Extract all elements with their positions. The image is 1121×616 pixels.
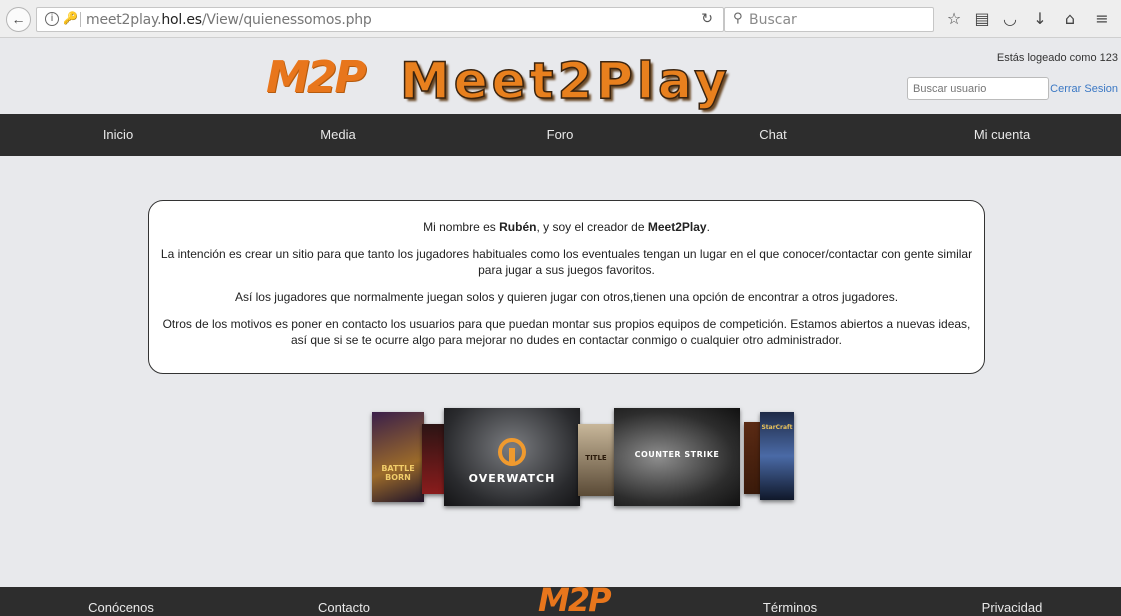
pocket-icon[interactable]: ◡ (1000, 9, 1020, 28)
browser-search-placeholder: Buscar (749, 12, 797, 28)
site-footer: Conócenos Contacto M2P Términos Privacid… (0, 581, 1121, 616)
carousel-cover[interactable]: OVERWATCH (444, 408, 580, 506)
nav-item-foro[interactable]: Foro (547, 127, 574, 142)
about-paragraph-motives: Otros de los motivos es poner en contact… (162, 317, 971, 347)
reading-list-icon[interactable]: ▤ (972, 9, 992, 28)
footer-logo[interactable]: M2P (538, 581, 612, 616)
carousel-cover[interactable] (422, 424, 446, 494)
carousel-cover[interactable]: StarCraft (760, 412, 794, 500)
menu-icon[interactable]: ≡ (1092, 9, 1112, 28)
main-nav: Inicio Media Foro Chat Mi cuenta (0, 114, 1121, 156)
about-paragraph-solo-players: Así los jugadores que normalmente juegan… (234, 290, 899, 304)
site-title: Meet2Play (399, 51, 731, 111)
nav-item-mi-cuenta[interactable]: Mi cuenta (974, 127, 1030, 142)
carousel-cover[interactable]: TITLE (578, 424, 614, 496)
browser-search-box[interactable]: ⚲ Buscar (724, 7, 934, 32)
browser-toolbar: ← i 🔑 meet2play.hol.es/View/quienessomos… (0, 0, 1121, 38)
url-divider (80, 12, 81, 27)
logout-link[interactable]: Cerrar Sesion (1050, 83, 1118, 95)
footer-link-conocenos[interactable]: Conócenos (88, 600, 154, 615)
about-intro: Mi nombre es Rubén, y soy el creador de … (423, 220, 710, 234)
user-search-input[interactable] (907, 77, 1049, 100)
nav-item-media[interactable]: Media (320, 127, 355, 142)
game-carousel[interactable]: BATTLE BORN OVERWATCH TITLE Counter Stri… (370, 400, 796, 510)
footer-link-contacto[interactable]: Contacto (318, 600, 370, 615)
key-icon[interactable]: 🔑 (63, 11, 78, 25)
footer-link-terminos[interactable]: Términos (763, 600, 817, 615)
carousel-cover[interactable]: Counter Strike (614, 408, 740, 506)
carousel-cover[interactable]: BATTLE BORN (372, 412, 424, 502)
home-icon[interactable]: ⌂ (1060, 9, 1080, 28)
overwatch-logo-icon (498, 438, 526, 466)
logged-in-status: Estás logeado como 123 (996, 52, 1118, 64)
site-logo[interactable]: M2P (266, 52, 367, 103)
info-icon[interactable]: i (45, 12, 59, 26)
about-paragraph-intention: La intención es crear un sitio para que … (160, 247, 973, 277)
download-icon[interactable]: ↓ (1030, 9, 1050, 28)
bookmark-star-icon[interactable]: ☆ (944, 9, 964, 28)
about-card: Mi nombre es Rubén, y soy el creador de … (148, 200, 985, 374)
nav-item-chat[interactable]: Chat (759, 127, 786, 142)
footer-link-privacidad[interactable]: Privacidad (982, 600, 1043, 615)
nav-item-inicio[interactable]: Inicio (103, 127, 133, 142)
search-icon: ⚲ (733, 11, 743, 26)
back-arrow-icon[interactable]: ← (6, 7, 31, 32)
reload-icon[interactable]: ↻ (701, 11, 713, 27)
address-bar[interactable]: i 🔑 meet2play.hol.es/View/quienessomos.p… (36, 7, 724, 32)
url-text[interactable]: meet2play.hol.es/View/quienessomos.php (86, 12, 372, 28)
